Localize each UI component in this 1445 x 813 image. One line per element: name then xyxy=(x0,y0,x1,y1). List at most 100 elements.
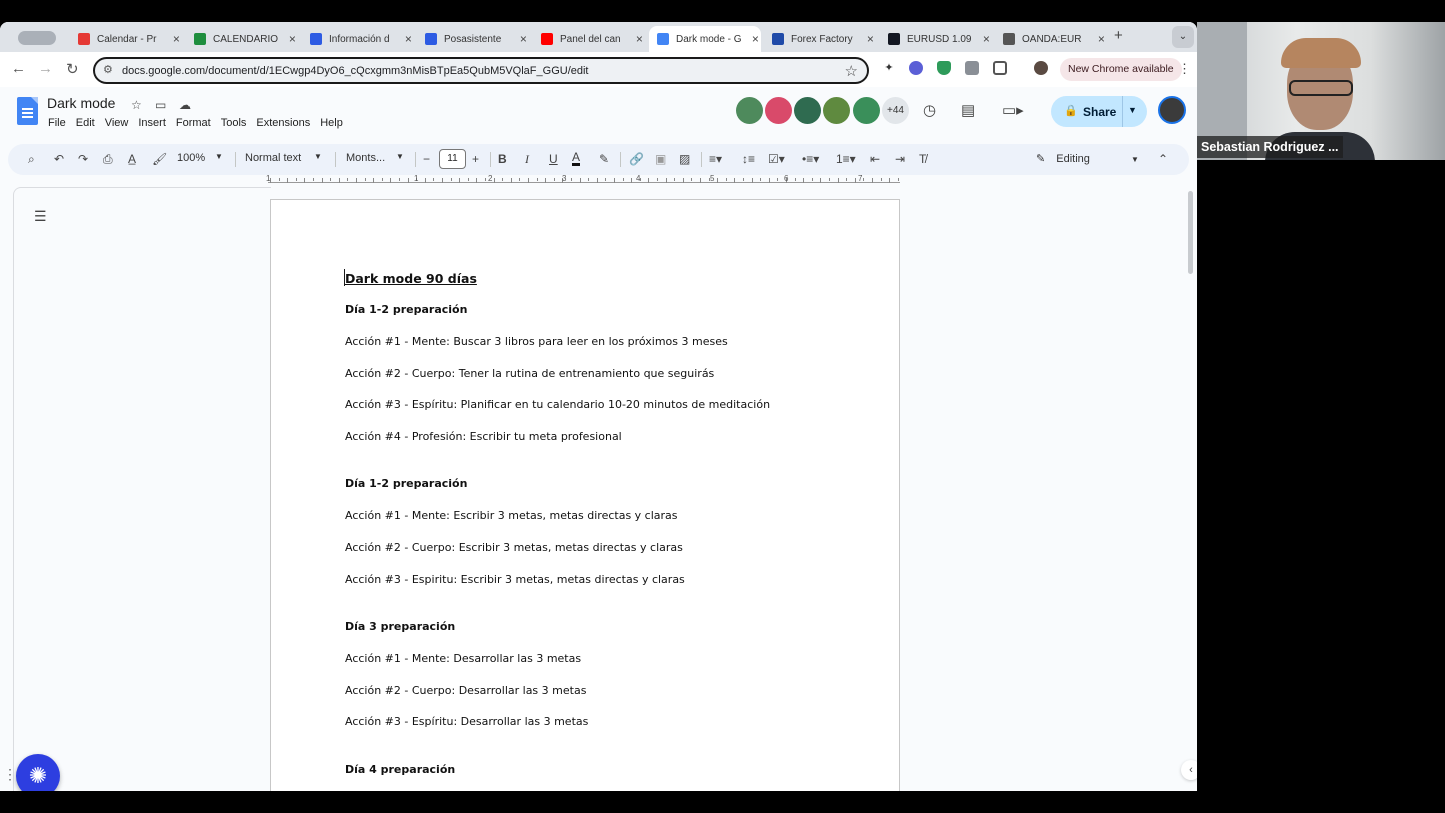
action-item[interactable]: Acción #3 - Espíritu: Planificar en tu c… xyxy=(345,398,845,430)
menu-file[interactable]: File xyxy=(48,117,66,129)
increase-indent-icon[interactable]: ⇥ xyxy=(895,152,905,166)
cloud-status-icon[interactable]: ☁ xyxy=(179,98,191,112)
document-body[interactable]: Dark mode 90 días Día 1-2 preparación Acci… xyxy=(344,269,845,791)
url-text[interactable]: docs.google.com/document/d/1ECwgp4DyO6_c… xyxy=(122,65,589,77)
close-tab-icon[interactable]: × xyxy=(634,32,645,46)
checklist-icon[interactable]: ☑▾ xyxy=(768,152,785,166)
tab-group-chip[interactable] xyxy=(18,31,56,45)
bulleted-list-icon[interactable]: •≡▾ xyxy=(802,152,819,166)
decrease-font-size-icon[interactable]: − xyxy=(423,152,430,166)
tab-search-button[interactable]: ⌄ xyxy=(1172,26,1194,48)
shield-extension-icon[interactable] xyxy=(937,61,951,75)
menu-insert[interactable]: Insert xyxy=(138,117,166,129)
close-tab-icon[interactable]: × xyxy=(403,32,414,46)
scrollbar-thumb[interactable] xyxy=(1188,191,1193,274)
close-tab-icon[interactable]: × xyxy=(865,32,876,46)
profile-avatar[interactable] xyxy=(1034,61,1048,75)
action-item[interactable]: Acción #2 - Cuerpo: Desarrollar las 3 me… xyxy=(345,684,845,716)
chevron-down-icon[interactable]: ▼ xyxy=(215,152,223,161)
collapse-menus-icon[interactable]: ⌃ xyxy=(1158,152,1168,166)
section-heading[interactable]: Día 1-2 preparación xyxy=(345,303,845,335)
collaborator-avatar[interactable] xyxy=(853,97,880,124)
menu-view[interactable]: View xyxy=(105,117,129,129)
menu-help[interactable]: Help xyxy=(320,117,343,129)
insert-image-icon[interactable]: ▨ xyxy=(679,152,690,166)
highlight-icon[interactable]: ✎ xyxy=(599,152,609,166)
bookmark-star-icon[interactable]: ☆ xyxy=(845,62,858,80)
outline-icon[interactable]: ☰ xyxy=(34,208,47,225)
spellcheck-icon[interactable]: A̲ xyxy=(128,152,136,166)
document-heading[interactable]: Dark mode 90 días xyxy=(344,269,845,303)
reload-button[interactable]: ↻ xyxy=(66,60,79,78)
scrollbar[interactable] xyxy=(1185,187,1195,791)
star-icon[interactable]: ☆ xyxy=(131,98,142,112)
numbered-list-icon[interactable]: 1≡▾ xyxy=(836,152,856,166)
side-panel-toggle-icon[interactable]: ‹ xyxy=(1181,760,1197,780)
action-item[interactable]: Acción #2 - Cuerpo: Escribir 3 metas, me… xyxy=(345,541,845,573)
font-size-input[interactable]: 11 xyxy=(439,149,466,169)
font-select[interactable]: Monts... xyxy=(346,152,385,164)
close-tab-icon[interactable]: × xyxy=(750,32,761,46)
editing-mode-select[interactable]: ✎ Editing ▼ xyxy=(1036,152,1139,165)
menu-tools[interactable]: Tools xyxy=(221,117,247,129)
line-spacing-icon[interactable]: ↕≡ xyxy=(742,152,755,166)
close-tab-icon[interactable]: × xyxy=(981,32,992,46)
address-bar[interactable]: ⚙ docs.google.com/document/d/1ECwgp4DyO6… xyxy=(93,57,869,84)
share-button[interactable]: 🔒 Share ▼ xyxy=(1051,96,1147,127)
assistant-sparkle-button[interactable]: ✺ xyxy=(16,754,60,791)
section-heading[interactable]: Día 4 preparación xyxy=(345,763,845,791)
align-icon[interactable]: ≡▾ xyxy=(709,152,722,166)
site-info-icon[interactable]: ⚙ xyxy=(103,63,113,76)
decrease-indent-icon[interactable]: ⇤ xyxy=(870,152,880,166)
comments-icon[interactable]: ▤ xyxy=(961,101,975,119)
forward-button[interactable]: → xyxy=(38,60,53,77)
action-item[interactable]: Acción #4 - Profesión: Escribir tu meta … xyxy=(345,430,845,462)
action-item[interactable]: Acción #1 - Mente: Buscar 3 libros para … xyxy=(345,335,845,367)
docs-logo-icon[interactable] xyxy=(17,97,38,125)
zoom-select[interactable]: 100% xyxy=(177,152,205,164)
extension-icon[interactable] xyxy=(909,61,923,75)
chevron-down-icon[interactable]: ▼ xyxy=(314,152,322,161)
underline-icon[interactable]: U xyxy=(549,152,558,166)
document-title[interactable]: Dark mode xyxy=(47,95,115,111)
increase-font-size-icon[interactable]: + xyxy=(472,152,479,166)
text-color-icon[interactable]: A xyxy=(572,151,581,166)
collaborator-avatar[interactable] xyxy=(823,97,850,124)
style-select[interactable]: Normal text xyxy=(245,152,301,164)
section-heading[interactable]: Día 3 preparación xyxy=(345,620,845,652)
action-item[interactable]: Acción #3 - Espíritu: Desarrollar las 3 … xyxy=(345,715,845,747)
new-chrome-available-button[interactable]: New Chrome available xyxy=(1060,58,1182,81)
menu-extensions[interactable]: Extensions xyxy=(256,117,310,129)
action-item[interactable]: Acción #1 - Mente: Escribir 3 metas, met… xyxy=(345,509,845,541)
extensions-puzzle-icon[interactable] xyxy=(993,61,1007,75)
add-comment-icon[interactable]: ▣ xyxy=(655,152,666,166)
move-folder-icon[interactable]: ▭ xyxy=(155,98,166,112)
browser-tab[interactable]: Dark mode - G × xyxy=(649,26,761,52)
browser-tab[interactable]: Panel del can × xyxy=(533,26,645,52)
chevron-down-icon[interactable]: ▼ xyxy=(1128,105,1137,115)
print-icon[interactable]: ⎙ xyxy=(103,152,113,167)
collaborator-avatar[interactable] xyxy=(765,97,792,124)
new-tab-button[interactable]: + xyxy=(1114,27,1123,44)
search-menus-icon[interactable]: ⌕ xyxy=(28,152,35,167)
browser-tab[interactable]: Forex Factory × xyxy=(764,26,876,52)
chrome-menu-icon[interactable]: ⋮ xyxy=(1178,61,1191,77)
browser-tab[interactable]: Posasistente × xyxy=(417,26,529,52)
menu-edit[interactable]: Edit xyxy=(76,117,95,129)
close-tab-icon[interactable]: × xyxy=(518,32,529,46)
collaborator-avatar[interactable] xyxy=(736,97,763,124)
browser-tab[interactable]: OANDA:EUR × xyxy=(995,26,1107,52)
browser-tab[interactable]: Calendar - Pr × xyxy=(70,26,182,52)
redo-icon[interactable]: ↷ xyxy=(78,152,88,166)
action-item[interactable]: Acción #3 - Espiritu: Escribir 3 metas, … xyxy=(345,573,845,605)
close-tab-icon[interactable]: × xyxy=(171,32,182,46)
action-item[interactable]: Acción #2 - Cuerpo: Tener la rutina de e… xyxy=(345,367,845,399)
collaborator-avatar[interactable] xyxy=(794,97,821,124)
browser-tab[interactable]: EURUSD 1.09 × xyxy=(880,26,992,52)
paint-format-icon[interactable]: 🖌 xyxy=(152,152,167,166)
meet-icon[interactable]: ▭▸ xyxy=(1002,101,1024,119)
bold-icon[interactable]: B xyxy=(498,152,507,166)
insert-link-icon[interactable]: 🔗 xyxy=(629,152,644,166)
close-tab-icon[interactable]: × xyxy=(287,32,298,46)
version-history-icon[interactable]: ◷ xyxy=(923,101,936,119)
